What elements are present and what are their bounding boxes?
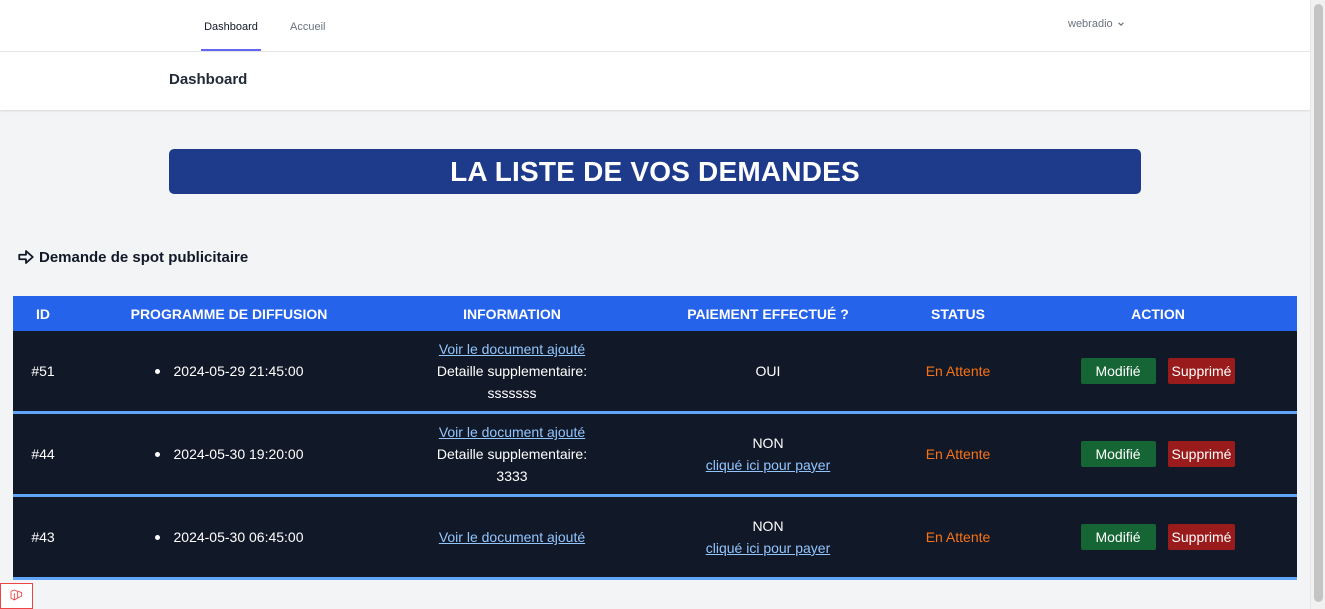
pay-link[interactable]: cliqué ici pour payer (706, 537, 831, 559)
status-badge: En Attente (925, 446, 991, 462)
delete-button[interactable]: Supprimé (1167, 358, 1236, 384)
nav-link-accueil[interactable]: Accueil (290, 0, 325, 51)
row-actions: Modifié Supprimé (1019, 331, 1297, 411)
detail-label: Detaille supplementaire: (436, 363, 588, 379)
payment-state: NON (752, 518, 784, 534)
vertical-scrollbar[interactable] (1310, 0, 1325, 609)
chevron-down-icon (1117, 22, 1124, 27)
table-row: #44 2024-05-30 19:20:00 Voir le document… (13, 414, 1297, 497)
programme-datetime: 2024-05-29 21:45:00 (173, 363, 304, 379)
detail-value: sssssss (487, 385, 537, 401)
row-status: En Attente (897, 497, 1019, 577)
arrow-right-icon (18, 250, 34, 264)
bullet-icon (154, 534, 160, 540)
table-row: #43 2024-05-30 06:45:00 Voir le document… (13, 497, 1297, 580)
debug-toolbar-toggle[interactable] (0, 583, 33, 609)
nav-link-dashboard[interactable]: Dashboard (201, 0, 261, 51)
edit-button[interactable]: Modifié (1080, 358, 1156, 384)
table-row: #51 2024-05-29 21:45:00 Voir le document… (13, 331, 1297, 414)
row-status: En Attente (897, 331, 1019, 411)
document-link[interactable]: Voir le document ajouté (439, 526, 585, 548)
payment-state: NON (752, 435, 784, 451)
requests-table: ID PROGRAMME DE DIFFUSION INFORMATION PA… (13, 296, 1297, 580)
top-navigation: Dashboard Accueil webradio (0, 0, 1310, 52)
section-heading: Demande de spot publicitaire (17, 248, 248, 266)
scrollbar-thumb[interactable] (1314, 4, 1323, 602)
row-paiement: NON cliqué ici pour payer (639, 414, 897, 494)
user-name: webradio (1068, 18, 1113, 30)
column-header-information: INFORMATION (463, 305, 561, 322)
row-paiement: OUI (639, 331, 897, 411)
document-link[interactable]: Voir le document ajouté (439, 421, 585, 443)
programme-datetime: 2024-05-30 06:45:00 (173, 529, 304, 545)
detail-value: 3333 (496, 468, 528, 484)
column-header-programme: PROGRAMME DE DIFFUSION (130, 305, 328, 322)
bullet-icon (154, 451, 160, 457)
row-programme: 2024-05-30 06:45:00 (73, 497, 385, 577)
banner-title: LA LISTE DE VOS DEMANDES (450, 155, 860, 187)
detail-label: Detaille supplementaire: (436, 446, 588, 462)
column-header-id: ID (36, 305, 50, 322)
row-information: Voir le document ajouté (385, 497, 639, 577)
pay-link[interactable]: cliqué ici pour payer (706, 454, 831, 476)
row-actions: Modifié Supprimé (1019, 497, 1297, 577)
row-actions: Modifié Supprimé (1019, 414, 1297, 494)
column-header-action: ACTION (1131, 305, 1185, 322)
page-title: Dashboard (169, 71, 248, 88)
section-title: Demande de spot publicitaire (39, 248, 249, 266)
user-menu[interactable]: webradio (1068, 18, 1125, 30)
row-paiement: NON cliqué ici pour payer (639, 497, 897, 577)
programme-item: 2024-05-29 21:45:00 (154, 363, 304, 379)
row-status: En Attente (897, 414, 1019, 494)
row-programme: 2024-05-29 21:45:00 (73, 331, 385, 411)
table-header: ID PROGRAMME DE DIFFUSION INFORMATION PA… (13, 296, 1297, 331)
row-programme: 2024-05-30 19:20:00 (73, 414, 385, 494)
bullet-icon (154, 368, 160, 374)
column-header-status: STATUS (931, 305, 985, 322)
programme-item: 2024-05-30 19:20:00 (154, 446, 304, 462)
document-link[interactable]: Voir le document ajouté (439, 338, 585, 360)
edit-button[interactable]: Modifié (1080, 441, 1156, 467)
payment-state: OUI (755, 363, 781, 379)
programme-item: 2024-05-30 06:45:00 (154, 529, 304, 545)
status-badge: En Attente (925, 529, 991, 545)
delete-button[interactable]: Supprimé (1167, 524, 1236, 550)
programme-datetime: 2024-05-30 19:20:00 (173, 446, 304, 462)
row-id: #44 (31, 446, 55, 462)
status-badge: En Attente (925, 363, 991, 379)
row-information: Voir le document ajouté Detaille supplem… (385, 414, 639, 494)
delete-button[interactable]: Supprimé (1167, 441, 1236, 467)
edit-button[interactable]: Modifié (1080, 524, 1156, 550)
laravel-logo-icon (10, 589, 22, 601)
column-header-paiement: PAIEMENT EFFECTUÉ ? (687, 305, 849, 322)
row-information: Voir le document ajouté Detaille supplem… (385, 331, 639, 411)
row-id: #43 (31, 529, 55, 545)
list-banner: LA LISTE DE VOS DEMANDES (169, 149, 1141, 194)
row-id: #51 (31, 363, 55, 379)
page-header: Dashboard (0, 52, 1310, 110)
